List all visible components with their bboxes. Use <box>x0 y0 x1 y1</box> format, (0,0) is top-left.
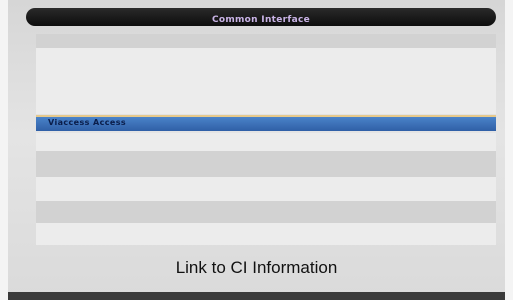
menu-title: Common Interface <box>211 15 311 25</box>
menu-row-blank <box>36 151 496 177</box>
screen-bottom-bezel <box>8 292 505 300</box>
menu-row-blank <box>36 34 496 48</box>
menu-row-blank[interactable] <box>36 133 496 151</box>
menu-item-label: Viaccess Access <box>48 118 127 127</box>
menu-title-bar: Common Interface <box>26 8 496 26</box>
menu-row-blank <box>36 48 496 114</box>
menu-row-blank[interactable] <box>36 223 496 245</box>
figure-caption: Link to CI Information <box>175 258 338 277</box>
menu-row-blank <box>36 201 496 223</box>
tv-screen: Common Interface Viaccess Access <box>8 0 505 300</box>
menu-row-blank[interactable] <box>36 177 496 201</box>
menu-item-selected[interactable]: Viaccess Access <box>36 115 496 131</box>
